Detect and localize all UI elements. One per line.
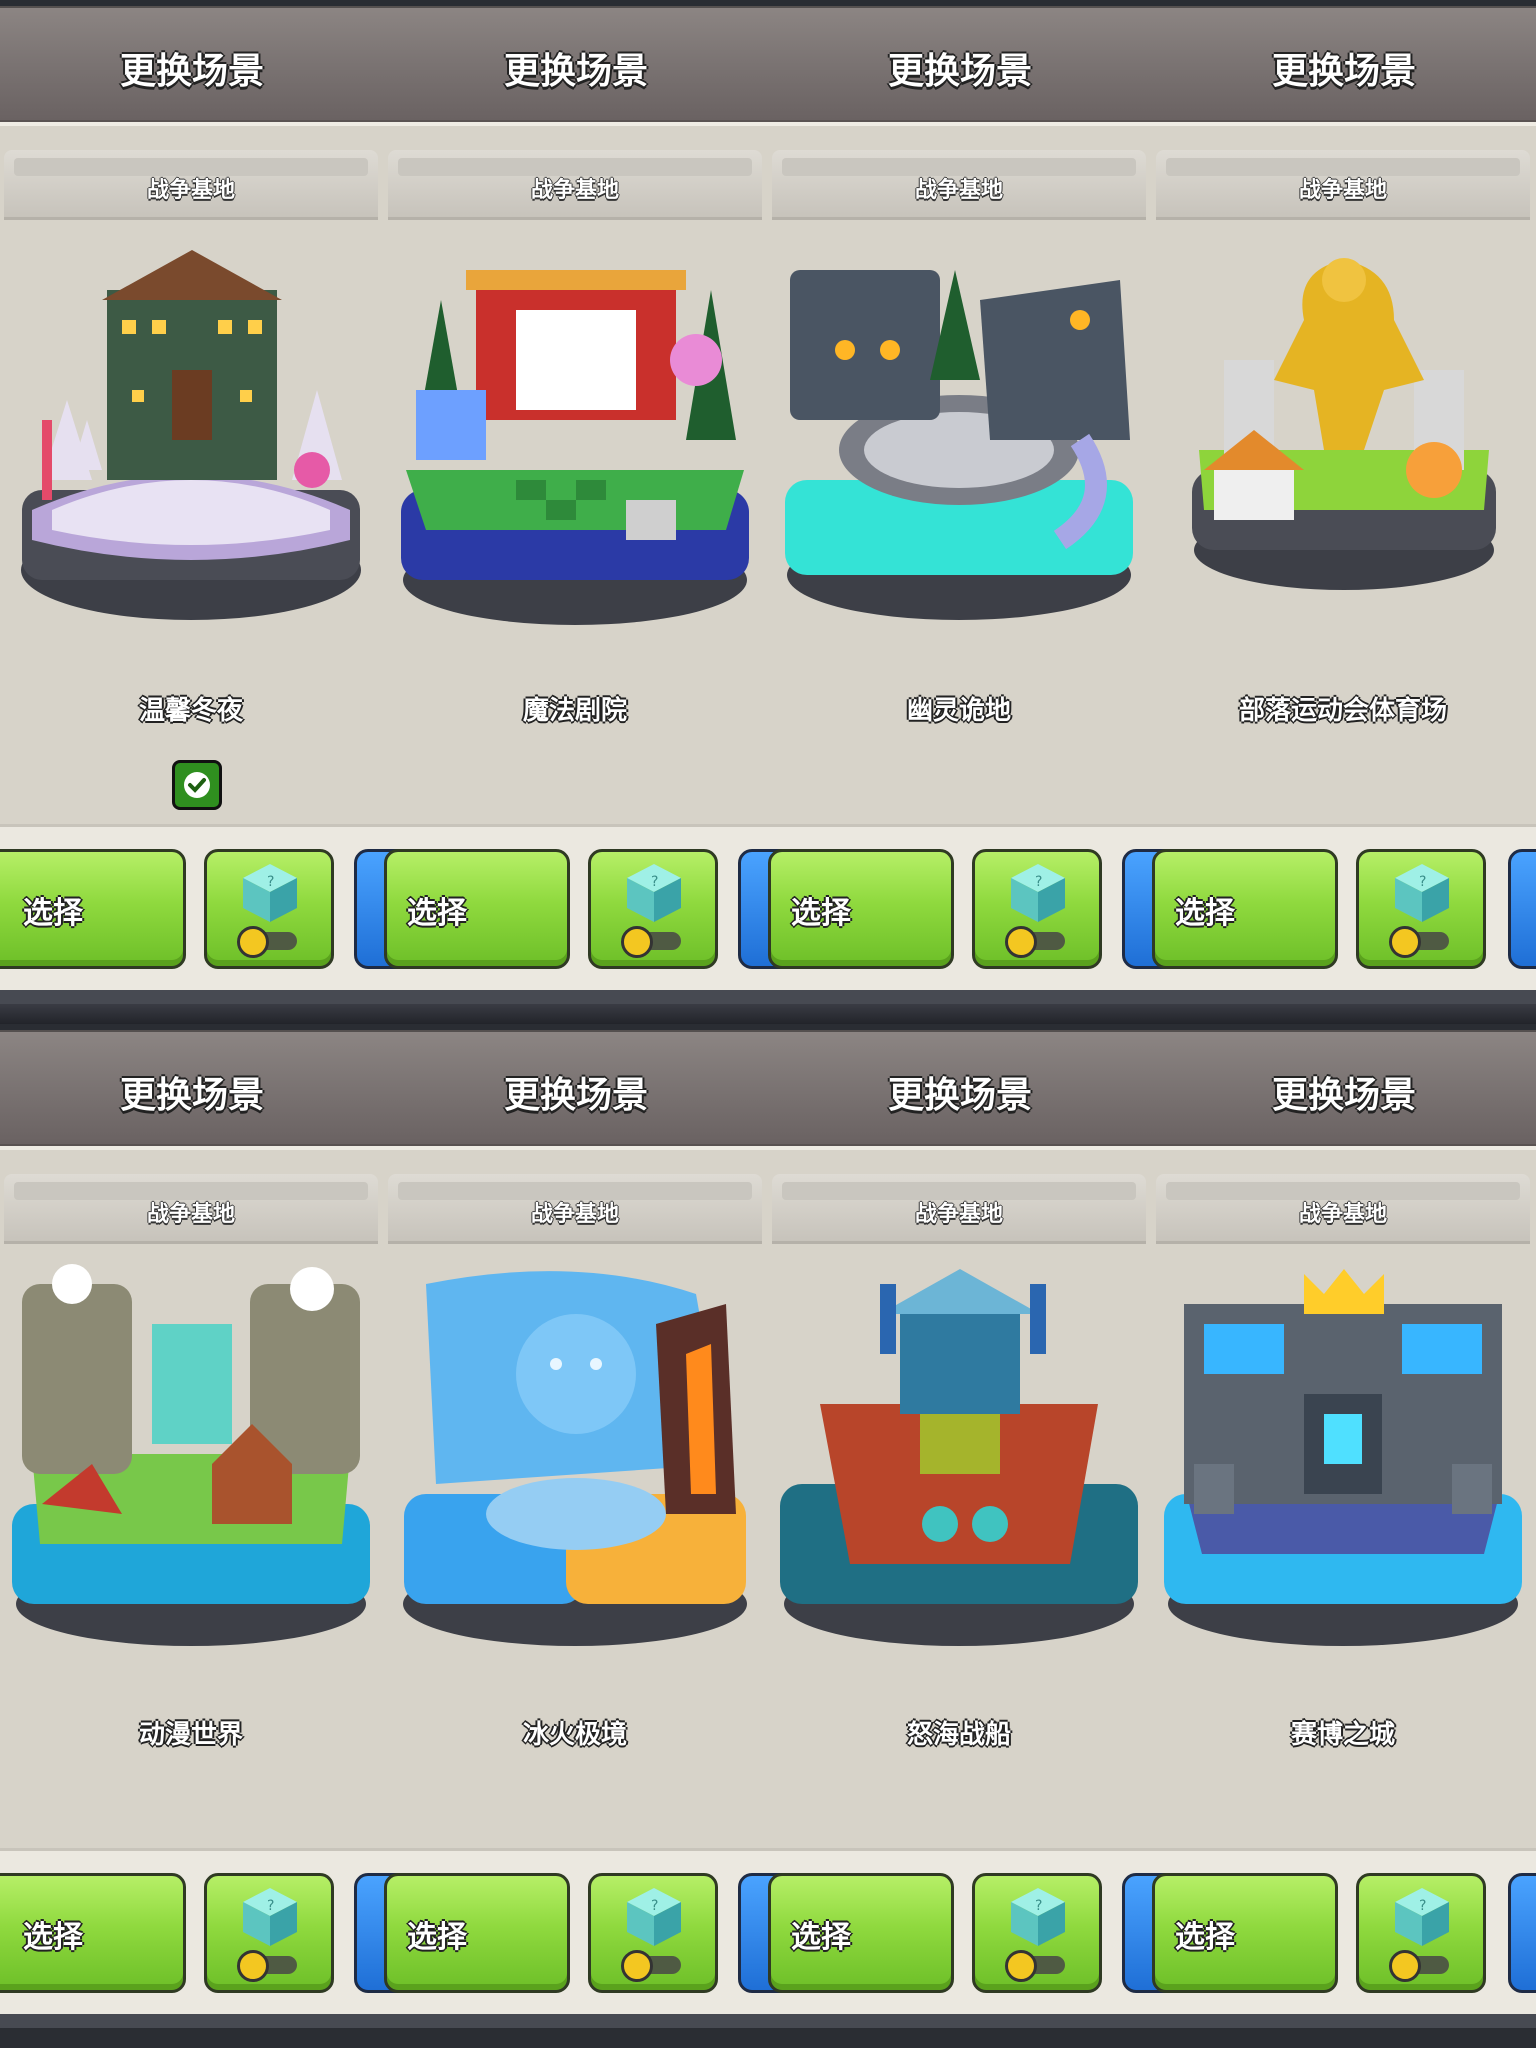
select-button[interactable]: 选择 xyxy=(384,849,570,969)
header-title: 更换场景 xyxy=(1271,1075,1416,1116)
header-bar: 更换场景 更换场景 更换场景 更换场景 xyxy=(0,1030,1536,1148)
scene-card-golden-stadium[interactable]: 战争基地 部落运动会体育场 xyxy=(1156,150,1530,820)
card-tab-label: 战争基地 xyxy=(146,178,235,203)
svg-text:?: ? xyxy=(1035,1898,1042,1914)
header-title: 更换场景 xyxy=(119,1075,264,1116)
scene-thumbnail-theater xyxy=(396,240,754,640)
select-button[interactable]: 选择 xyxy=(768,849,954,969)
card-tab-label: 战争基地 xyxy=(914,178,1003,203)
mystery-cube-icon: ? xyxy=(243,1888,297,1946)
scene-name: 动漫世界 xyxy=(138,1720,243,1750)
select-button[interactable]: 选择 xyxy=(384,1873,570,1993)
select-button[interactable]: 选择 xyxy=(0,849,186,969)
scenery-panel-2: 更换场景 更换场景 更换场景 更换场景 战争基地 动漫世界 战争基地 冰火极境 … xyxy=(0,1024,1536,2028)
scene-card-cozy-winter[interactable]: 战争基地 温馨冬夜 xyxy=(4,150,378,820)
svg-text:?: ? xyxy=(267,1898,274,1914)
svg-text:?: ? xyxy=(1419,1898,1426,1914)
scene-thumbnail-ice-fire xyxy=(396,1264,754,1664)
card-tab: 战争基地 xyxy=(4,1174,378,1244)
card-tab-label: 战争基地 xyxy=(1298,178,1387,203)
card-tab-label: 战争基地 xyxy=(146,1202,235,1227)
scene-card-magic-theater[interactable]: 战争基地 魔法剧院 xyxy=(388,150,762,820)
scene-name: 幽灵诡地 xyxy=(906,696,1011,726)
svg-text:?: ? xyxy=(651,874,658,890)
scene-name: 冰火极境 xyxy=(522,1720,627,1750)
header-title: 更换场景 xyxy=(503,51,648,92)
mystery-cube-icon: ? xyxy=(1011,1888,1065,1946)
action-bar: 选择 ? 选择 ? 选择 ? 选择 ? xyxy=(0,1848,1536,2017)
svg-text:?: ? xyxy=(1035,874,1042,890)
scene-card-anime-world[interactable]: 战争基地 动漫世界 xyxy=(4,1174,378,1844)
scene-thumbnail-stadium xyxy=(1164,240,1522,640)
random-scene-button[interactable]: ? xyxy=(588,1873,718,1993)
svg-text:?: ? xyxy=(1419,874,1426,890)
svg-text:?: ? xyxy=(651,1898,658,1914)
scene-thumbnail-cyber xyxy=(1164,1264,1522,1664)
select-button[interactable]: 选择 xyxy=(1152,1873,1338,1993)
random-scene-button[interactable]: ? xyxy=(204,849,334,969)
scene-name: 温馨冬夜 xyxy=(138,696,243,726)
scene-card-war-ship[interactable]: 战争基地 怒海战船 xyxy=(772,1174,1146,1844)
scene-card-ghost-land[interactable]: 战争基地 幽灵诡地 xyxy=(772,150,1146,820)
card-tab: 战争基地 xyxy=(1156,1174,1530,1244)
random-scene-button[interactable]: ? xyxy=(972,1873,1102,1993)
card-tab-label: 战争基地 xyxy=(914,1202,1003,1227)
card-tab: 战争基地 xyxy=(772,150,1146,220)
header-title: 更换场景 xyxy=(503,1075,648,1116)
mystery-cube-icon: ? xyxy=(627,1888,681,1946)
mystery-cube-icon: ? xyxy=(1395,1888,1449,1946)
random-scene-button[interactable]: ? xyxy=(1356,849,1486,969)
random-scene-button[interactable]: ? xyxy=(972,849,1102,969)
scene-thumbnail-anime xyxy=(12,1264,370,1664)
scene-name: 魔法剧院 xyxy=(522,696,627,726)
mystery-cube-icon: ? xyxy=(243,864,297,922)
random-scene-button[interactable]: ? xyxy=(588,849,718,969)
random-scene-button[interactable]: ? xyxy=(1356,1873,1486,1993)
scene-name: 部落运动会体育场 xyxy=(1238,696,1447,726)
scene-card-ice-fire[interactable]: 战争基地 冰火极境 xyxy=(388,1174,762,1844)
scene-name: 怒海战船 xyxy=(906,1720,1011,1750)
header-title: 更换场景 xyxy=(1271,51,1416,92)
scene-thumbnail-war-ship xyxy=(780,1264,1138,1664)
random-scene-button[interactable]: ? xyxy=(204,1873,334,1993)
card-tab-label: 战争基地 xyxy=(1298,1202,1387,1227)
mystery-cube-icon: ? xyxy=(1395,864,1449,922)
mystery-cube-icon: ? xyxy=(627,864,681,922)
blue-button-edge xyxy=(1508,1873,1536,1993)
header-title: 更换场景 xyxy=(119,51,264,92)
mystery-cube-icon: ? xyxy=(1011,864,1065,922)
card-tab: 战争基地 xyxy=(1156,150,1530,220)
select-button[interactable]: 选择 xyxy=(0,1873,186,1993)
action-bar: 选择 ? 选择 ? 选择 ? 选择 ? xyxy=(0,824,1536,993)
scenery-panel-1: 更换场景 更换场景 更换场景 更换场景 战争基地 温馨冬夜 战争基地 魔法剧院 … xyxy=(0,0,1536,1004)
select-button[interactable]: 选择 xyxy=(1152,849,1338,969)
scene-name: 赛博之城 xyxy=(1290,1720,1395,1750)
blue-button-edge xyxy=(1508,849,1536,969)
header-title: 更换场景 xyxy=(887,51,1032,92)
scene-thumbnail-winter xyxy=(12,240,370,640)
svg-text:?: ? xyxy=(267,874,274,890)
header-title: 更换场景 xyxy=(887,1075,1032,1116)
card-tab: 战争基地 xyxy=(388,1174,762,1244)
header-bar: 更换场景 更换场景 更换场景 更换场景 xyxy=(0,6,1536,124)
scene-card-cyber-city[interactable]: 战争基地 赛博之城 xyxy=(1156,1174,1530,1844)
card-tab: 战争基地 xyxy=(772,1174,1146,1244)
card-tab: 战争基地 xyxy=(388,150,762,220)
check-icon xyxy=(172,760,222,810)
scene-thumbnail-ghost xyxy=(780,240,1138,640)
card-tab: 战争基地 xyxy=(4,150,378,220)
card-tab-label: 战争基地 xyxy=(530,1202,619,1227)
card-tab-label: 战争基地 xyxy=(530,178,619,203)
select-button[interactable]: 选择 xyxy=(768,1873,954,1993)
